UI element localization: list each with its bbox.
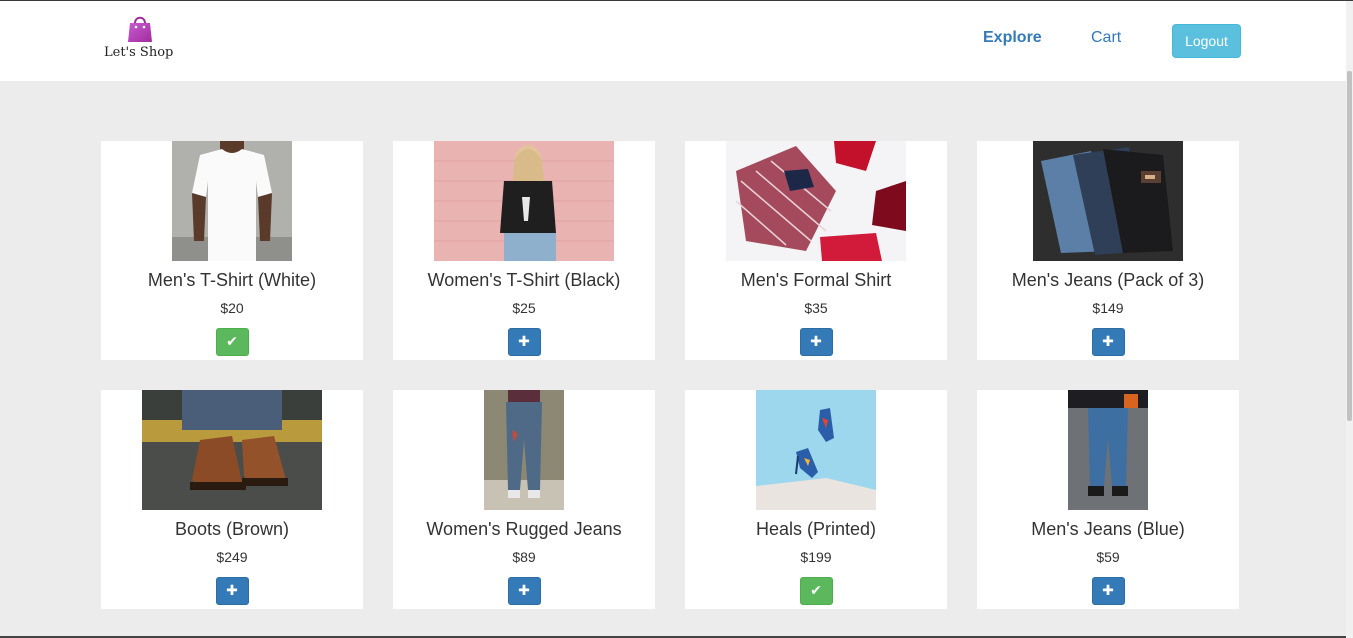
rugged-jeans-image xyxy=(484,390,564,510)
added-to-cart-button[interactable]: ✔ xyxy=(215,328,249,356)
product-card: Women's T-Shirt (Black) $25 ✚ xyxy=(393,141,655,360)
product-image[interactable] xyxy=(484,390,564,510)
product-image[interactable] xyxy=(1033,141,1183,261)
shopping-bag-icon xyxy=(128,16,152,42)
plus-icon: ✚ xyxy=(226,583,238,599)
formal-shirt-image xyxy=(726,141,906,261)
nav-cart-link[interactable]: Cart xyxy=(1091,29,1121,47)
product-price: $149 xyxy=(1092,300,1124,316)
plus-icon: ✚ xyxy=(518,334,530,350)
product-title: Women's Rugged Jeans xyxy=(426,519,622,539)
add-to-cart-button[interactable]: ✚ xyxy=(507,328,541,356)
page-scrollbar[interactable] xyxy=(1346,1,1353,638)
product-price: $199 xyxy=(800,549,832,565)
product-title: Heals (Printed) xyxy=(755,519,877,539)
add-to-cart-button[interactable]: ✚ xyxy=(1091,328,1125,356)
navbar: Let's Shop Explore Cart Logout xyxy=(0,1,1346,81)
check-icon: ✔ xyxy=(810,583,822,599)
product-title: Women's T-Shirt (Black) xyxy=(427,270,621,290)
product-title: Boots (Brown) xyxy=(174,519,290,539)
product-image[interactable] xyxy=(142,390,322,510)
printed-heels-image xyxy=(756,390,876,510)
product-image[interactable] xyxy=(172,141,292,261)
product-price: $25 xyxy=(512,300,536,316)
product-title: Men's Jeans (Blue) xyxy=(1031,519,1185,539)
boots-brown-image xyxy=(142,390,322,510)
add-to-cart-button[interactable]: ✚ xyxy=(215,577,249,605)
product-card: Men's Jeans (Blue) $59 ✚ xyxy=(977,390,1239,609)
product-card: Heals (Printed) $199 ✔ xyxy=(685,390,947,609)
product-price: $35 xyxy=(804,300,828,316)
product-price: $59 xyxy=(1096,549,1120,565)
add-to-cart-button[interactable]: ✚ xyxy=(1091,577,1125,605)
brand-name: Let's Shop xyxy=(104,45,174,60)
product-card: Boots (Brown) $249 ✚ xyxy=(101,390,363,609)
tshirt-black-image xyxy=(434,141,614,261)
plus-icon: ✚ xyxy=(810,334,822,350)
product-image[interactable] xyxy=(756,390,876,510)
product-image[interactable] xyxy=(434,141,614,261)
check-icon: ✔ xyxy=(226,334,238,350)
brand-logo[interactable]: Let's Shop xyxy=(104,13,176,65)
product-price: $20 xyxy=(220,300,244,316)
jeans-pack-image xyxy=(1033,141,1183,261)
product-grid: Men's T-Shirt (White) $20 ✔ Women's T-Sh… xyxy=(101,141,1241,609)
product-card: Men's Formal Shirt $35 ✚ xyxy=(685,141,947,360)
scrollbar-thumb[interactable] xyxy=(1347,71,1352,421)
jeans-blue-image xyxy=(1068,390,1148,510)
logout-button[interactable]: Logout xyxy=(1172,24,1241,58)
plus-icon: ✚ xyxy=(1102,583,1114,599)
product-price: $89 xyxy=(512,549,536,565)
plus-icon: ✚ xyxy=(1102,334,1114,350)
add-to-cart-button[interactable]: ✚ xyxy=(507,577,541,605)
product-image[interactable] xyxy=(1068,390,1148,510)
add-to-cart-button[interactable]: ✚ xyxy=(799,328,833,356)
product-price: $249 xyxy=(216,549,248,565)
added-to-cart-button[interactable]: ✔ xyxy=(799,577,833,605)
product-card: Women's Rugged Jeans $89 ✚ xyxy=(393,390,655,609)
product-card: Men's Jeans (Pack of 3) $149 ✚ xyxy=(977,141,1239,360)
product-title: Men's Jeans (Pack of 3) xyxy=(1011,270,1205,290)
nav-explore-link[interactable]: Explore xyxy=(983,29,1042,47)
tshirt-white-image xyxy=(172,141,292,261)
product-title: Men's T-Shirt (White) xyxy=(147,270,317,290)
plus-icon: ✚ xyxy=(518,583,530,599)
product-title: Men's Formal Shirt xyxy=(740,270,892,290)
product-card: Men's T-Shirt (White) $20 ✔ xyxy=(101,141,363,360)
product-image[interactable] xyxy=(726,141,906,261)
